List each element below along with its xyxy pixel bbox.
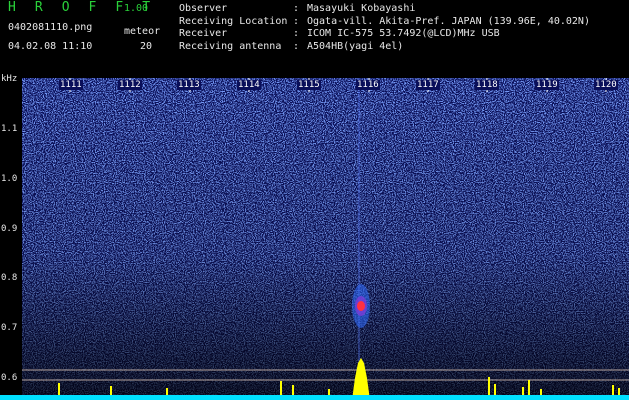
info-row-receiver: Receiver: ICOM IC-575 53.7492(@LCD)MHz U…: [179, 28, 500, 39]
meteor-count: 20: [140, 41, 153, 52]
info-key: Receiving antenna: [179, 40, 282, 52]
signal-spike: [612, 385, 614, 395]
header-panel: H R O F F T 1.00 0402081110.png meteor 0…: [0, 0, 629, 84]
time-tick-label: 1114: [237, 80, 261, 90]
time-tick-label: 1116: [356, 80, 380, 90]
spectrogram: [0, 78, 629, 400]
signal-spike: [292, 385, 294, 395]
app-version: 1.00: [124, 3, 149, 14]
meteor-label: meteor: [124, 26, 161, 37]
signal-spike: [494, 384, 496, 395]
observation-datetime: 04.02.08 11:10: [8, 41, 93, 52]
signal-spike: [280, 381, 282, 395]
y-tick-label: 0.7: [1, 323, 18, 333]
time-tick-label: 1119: [535, 80, 559, 90]
info-key: Receiving Location: [179, 15, 288, 27]
info-key: Observer: [179, 3, 228, 14]
time-tick-label: 1111: [59, 80, 83, 90]
info-key: Receiver: [179, 28, 228, 39]
y-tick-label: 0.9: [1, 224, 18, 234]
y-tick-label: 1.1: [1, 124, 18, 134]
info-row-observer: Observer: Masayuki Kobayashi: [179, 3, 416, 14]
time-tick-label: 1118: [475, 80, 499, 90]
y-tick-label: 1.0: [1, 174, 18, 184]
signal-spike: [488, 377, 490, 395]
info-row-antenna: Receiving antenna: A504HB(yagi 4el): [179, 40, 404, 52]
info-value: A504HB(yagi 4el): [307, 40, 404, 52]
station-info: Observer: Masayuki Kobayashi Receiving L…: [179, 3, 590, 53]
signal-baseline: [0, 395, 629, 400]
info-value: Masayuki Kobayashi: [307, 3, 416, 14]
spectrogram-fade: [22, 78, 629, 400]
signal-spike: [166, 388, 168, 395]
time-tick-label: 1115: [297, 80, 321, 90]
time-tick-label: 1113: [177, 80, 201, 90]
image-filename: 0402081110.png: [8, 22, 93, 33]
signal-spike: [58, 383, 60, 395]
signal-spike: [540, 389, 542, 395]
meteor-echo: [352, 284, 370, 328]
signal-spike: [110, 386, 112, 395]
signal-spike: [328, 389, 330, 395]
time-tick-label: 1112: [118, 80, 142, 90]
signal-spike: [522, 387, 524, 395]
signal-spike: [618, 388, 620, 395]
time-tick-label: 1120: [594, 80, 618, 90]
info-row-location: Receiving Location: Ogata-vill. Akita-Pr…: [179, 15, 590, 27]
info-value: ICOM IC-575 53.7492(@LCD)MHz USB: [307, 28, 500, 39]
time-tick-label: 1117: [416, 80, 440, 90]
y-tick-label: 0.6: [1, 373, 18, 383]
y-tick-label: 0.8: [1, 273, 18, 283]
signal-spike: [528, 380, 530, 395]
info-value: Ogata-vill. Akita-Pref. JAPAN (139.96E, …: [307, 15, 590, 27]
